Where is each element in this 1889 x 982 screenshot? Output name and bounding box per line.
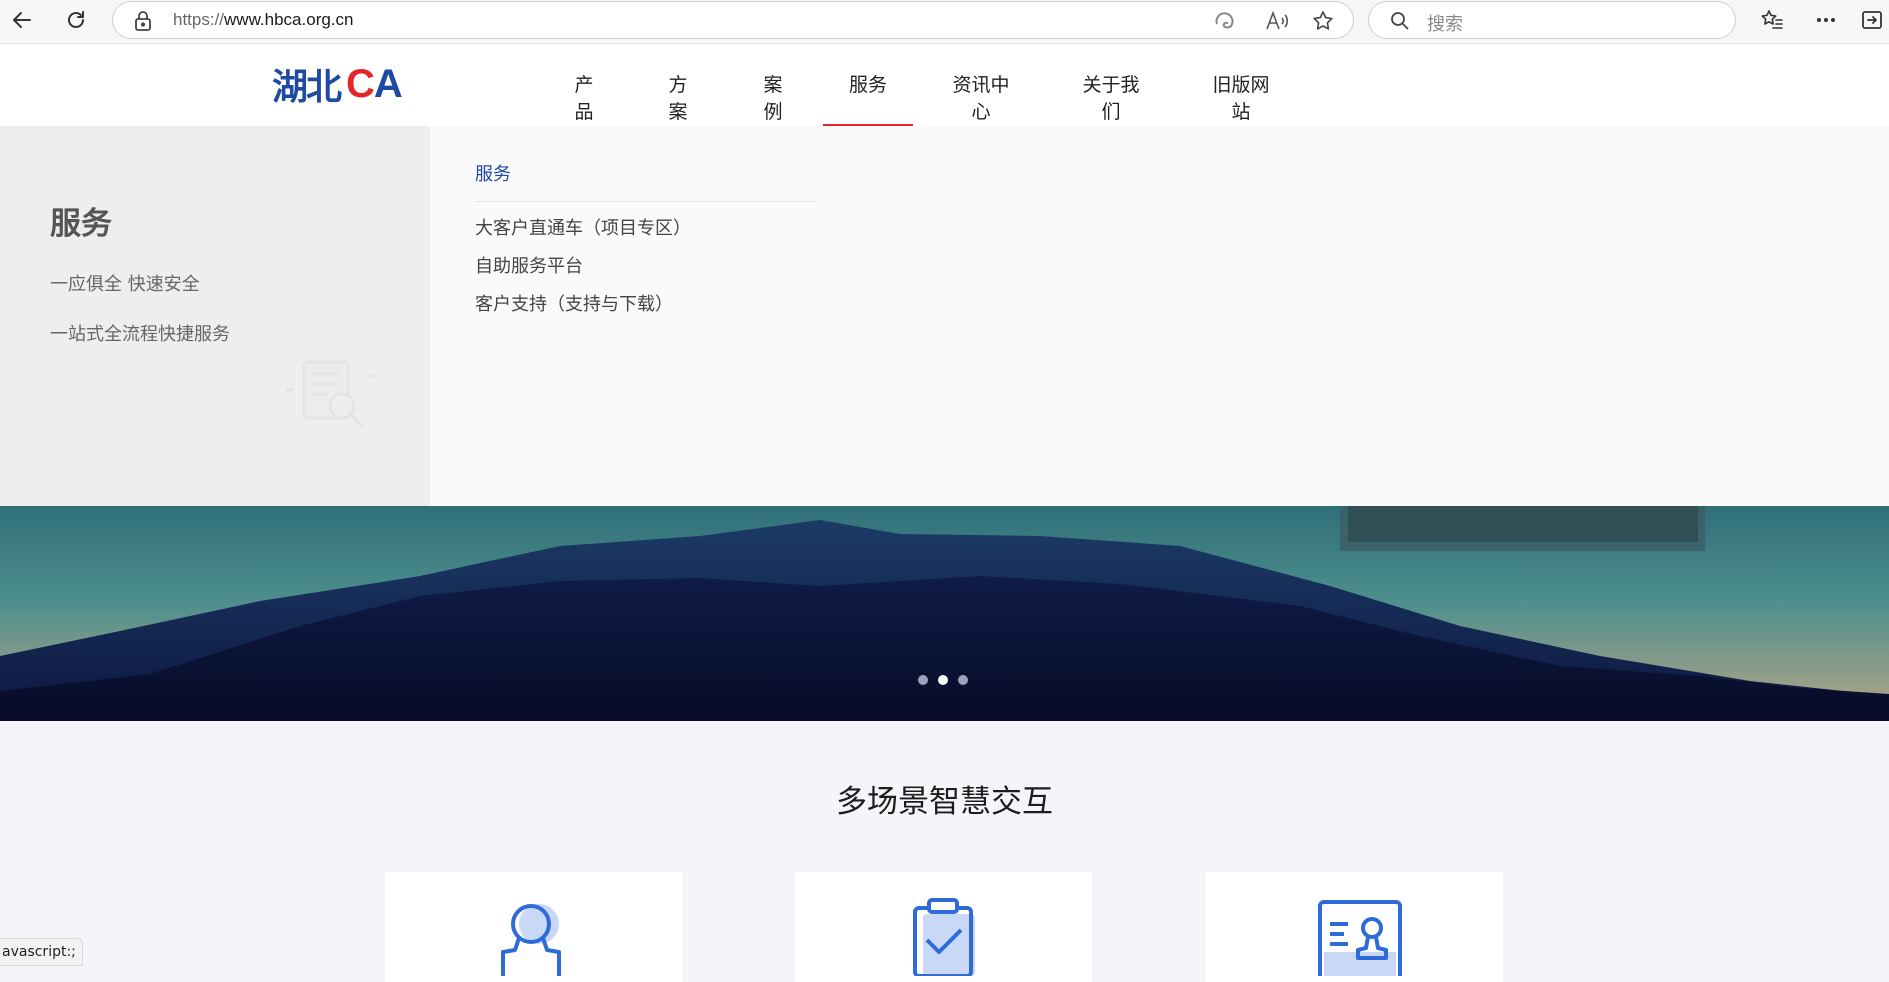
dropdown-tagline: 一站式全流程快捷服务 bbox=[50, 324, 230, 345]
nav-old-site[interactable]: 旧版网站 bbox=[1205, 70, 1277, 126]
logo-text-cn: 湖北 bbox=[272, 67, 342, 108]
favorites-list-icon bbox=[1761, 10, 1783, 29]
edge-icon[interactable] bbox=[1213, 10, 1235, 32]
url-text: https://www.hbca.org.cn bbox=[173, 10, 354, 29]
refresh-icon bbox=[68, 11, 84, 28]
dropdown-section-heading[interactable]: 服务 bbox=[475, 160, 511, 186]
search-icon bbox=[1391, 12, 1409, 30]
services-dropdown: 服务 一应俱全 快速安全 一站式全流程快捷服务 服务 大客户直通车（项目专区） … bbox=[0, 126, 1889, 506]
dropdown-tagline: 一应俱全 快速安全 bbox=[50, 274, 200, 295]
browser-toolbar: https://www.hbca.org.cn 搜索 bbox=[0, 0, 1889, 44]
clipboard-check-icon bbox=[913, 898, 975, 976]
sidebar-exit-icon bbox=[1862, 11, 1882, 29]
nav-cases[interactable]: 案例 bbox=[755, 70, 791, 126]
document-search-icon bbox=[286, 360, 378, 429]
logo-text-ca: CA bbox=[346, 61, 403, 106]
nav-services[interactable]: 服务 bbox=[823, 70, 913, 126]
user-icon bbox=[501, 904, 561, 976]
carousel-dot-1[interactable] bbox=[918, 675, 928, 685]
back-button[interactable] bbox=[2, 2, 42, 38]
mountain-landscape-image bbox=[0, 506, 1889, 721]
favorite-star-icon[interactable] bbox=[1311, 9, 1335, 33]
sidebar-button[interactable] bbox=[1852, 2, 1889, 38]
read-aloud-icon[interactable] bbox=[1265, 10, 1291, 32]
feature-card-user[interactable] bbox=[385, 872, 682, 982]
site-header: 湖北 CA 产品 方案 案例 服务 资讯中心 关于我们 旧版网站 bbox=[0, 44, 1889, 126]
dropdown-intro-panel: 服务 一应俱全 快速安全 一站式全流程快捷服务 bbox=[0, 126, 430, 506]
carousel-dot-2[interactable] bbox=[938, 675, 948, 685]
browser-status-bar: avascript:; bbox=[0, 938, 83, 966]
nav-solutions[interactable]: 方案 bbox=[660, 70, 696, 126]
nav-products[interactable]: 产品 bbox=[566, 70, 602, 126]
link-self-service-platform[interactable]: 自助服务平台 bbox=[475, 252, 583, 278]
nav-news-center[interactable]: 资讯中心 bbox=[945, 70, 1017, 126]
search-placeholder: 搜索 bbox=[1427, 14, 1463, 35]
section-title: 多场景智慧交互 bbox=[836, 784, 1053, 820]
back-arrow-icon bbox=[13, 12, 31, 28]
more-dots-icon bbox=[1817, 18, 1835, 22]
more-menu-button[interactable] bbox=[1806, 2, 1846, 38]
id-card-seal-icon bbox=[1318, 900, 1402, 976]
lock-icon bbox=[135, 11, 151, 31]
feature-card-checklist[interactable] bbox=[795, 872, 1092, 982]
link-vip-customer-express[interactable]: 大客户直通车（项目专区） bbox=[475, 214, 691, 240]
dropdown-divider bbox=[475, 201, 817, 202]
refresh-button[interactable] bbox=[56, 2, 96, 38]
feature-card-certificate[interactable] bbox=[1206, 872, 1503, 982]
browser-search-box[interactable]: 搜索 bbox=[1368, 1, 1736, 39]
nav-about-us[interactable]: 关于我们 bbox=[1075, 70, 1147, 126]
favorites-button[interactable] bbox=[1752, 2, 1792, 38]
dropdown-title: 服务 bbox=[50, 206, 112, 242]
address-bar[interactable]: https://www.hbca.org.cn bbox=[112, 1, 1354, 39]
hero-banner bbox=[0, 506, 1889, 721]
carousel-dot-3[interactable] bbox=[958, 675, 968, 685]
link-customer-support[interactable]: 客户支持（支持与下载） bbox=[475, 290, 673, 316]
site-logo[interactable]: 湖北 CA bbox=[272, 61, 403, 109]
